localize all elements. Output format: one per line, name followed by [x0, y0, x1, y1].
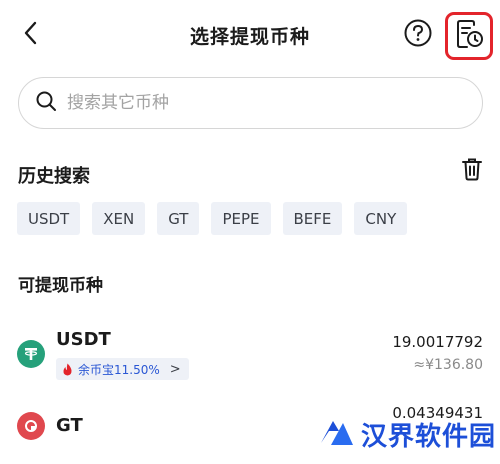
watermark: 汉界软件园 — [319, 416, 496, 453]
coin-fiat-value: ≈¥136.80 — [413, 357, 483, 373]
gatetoken-icon — [17, 412, 45, 440]
history-chip[interactable]: XEN — [92, 202, 146, 235]
trash-icon — [461, 157, 483, 185]
search-icon — [35, 90, 57, 116]
watermark-logo-icon — [319, 417, 355, 453]
history-chip[interactable]: USDT — [17, 202, 81, 235]
coin-amount: 19.0017792 — [392, 333, 483, 351]
history-title: 历史搜索 — [18, 166, 90, 187]
tether-icon — [17, 340, 45, 368]
history-chip[interactable]: CNY — [354, 202, 408, 235]
search-bar — [18, 77, 483, 129]
yubibao-badge[interactable]: 余币宝11.50% > — [56, 358, 189, 380]
help-button[interactable] — [402, 19, 434, 51]
history-chips: USDT XEN GT PEPE BEFE CNY — [17, 202, 408, 235]
coin-name: GT — [56, 415, 83, 436]
search-input[interactable] — [67, 93, 447, 113]
coin-row-usdt[interactable]: USDT 余币宝11.50% > 19.0017792 ≈¥136.80 — [0, 325, 500, 385]
history-chip[interactable]: GT — [157, 202, 200, 235]
header: 选择提现币种 — [0, 0, 500, 70]
badge-label: 余币宝11.50% — [78, 362, 160, 377]
withdraw-history-button[interactable] — [445, 12, 493, 60]
document-clock-icon — [454, 19, 484, 53]
chevron-right-icon: > — [169, 361, 181, 377]
fire-icon — [62, 363, 73, 376]
clear-history-button[interactable] — [458, 157, 486, 185]
history-chip[interactable]: BEFE — [282, 202, 343, 235]
available-coins-title: 可提现币种 — [18, 276, 103, 296]
coin-name: USDT — [56, 329, 111, 350]
watermark-text: 汉界软件园 — [361, 422, 497, 452]
question-circle-icon — [403, 18, 433, 52]
history-chip[interactable]: PEPE — [211, 202, 271, 235]
